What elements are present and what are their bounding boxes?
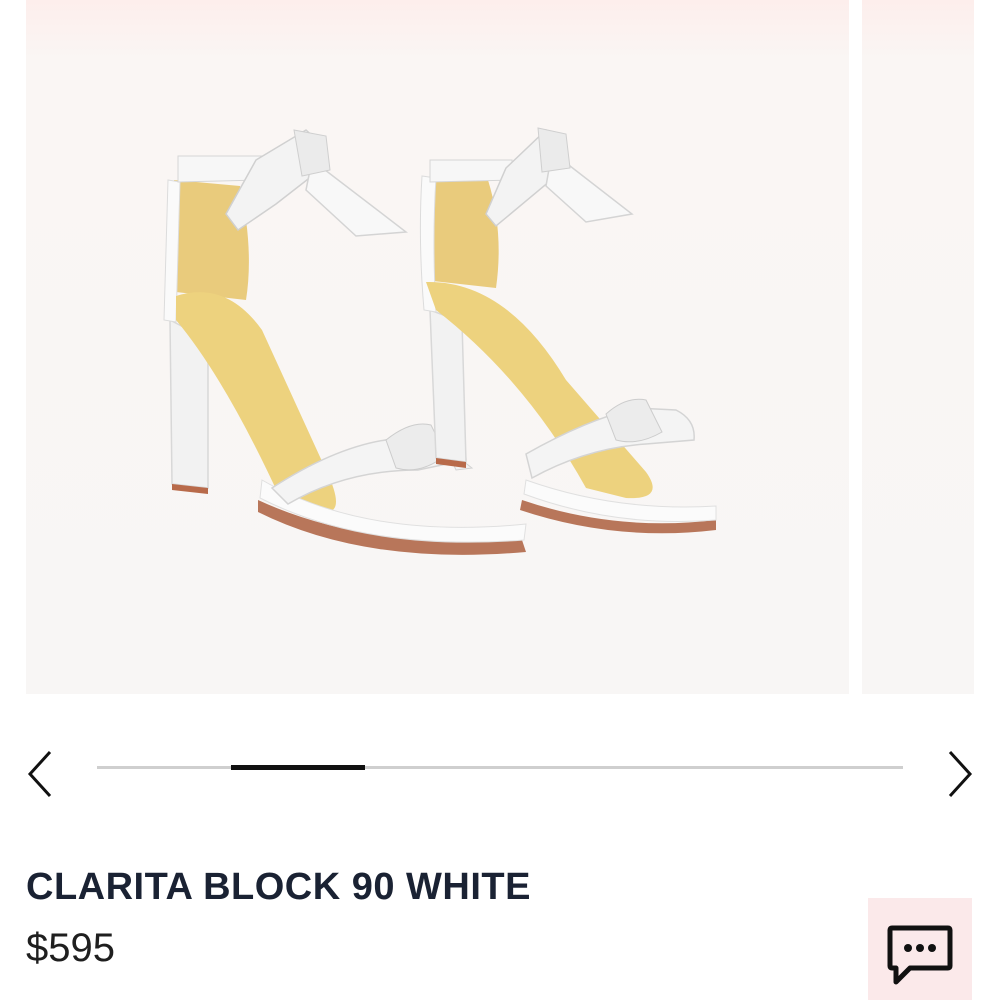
product-gallery[interactable] [0, 0, 1000, 700]
product-image [163, 127, 717, 555]
product-image-slide[interactable] [26, 0, 849, 694]
chevron-right-icon[interactable] [938, 738, 982, 798]
chat-bubble-icon [887, 925, 953, 985]
carousel-controls [0, 730, 1000, 810]
chevron-left-icon[interactable] [18, 738, 62, 798]
product-title: CLARITA BLOCK 90 WHITE [26, 866, 531, 908]
carousel-progress-thumb[interactable] [230, 765, 366, 770]
next-image-slide-peek[interactable] [862, 0, 974, 694]
product-price: $595 [26, 926, 115, 970]
carousel-progress-track[interactable] [97, 765, 903, 770]
chat-button[interactable] [868, 898, 972, 1000]
right-sandal [419, 127, 717, 534]
